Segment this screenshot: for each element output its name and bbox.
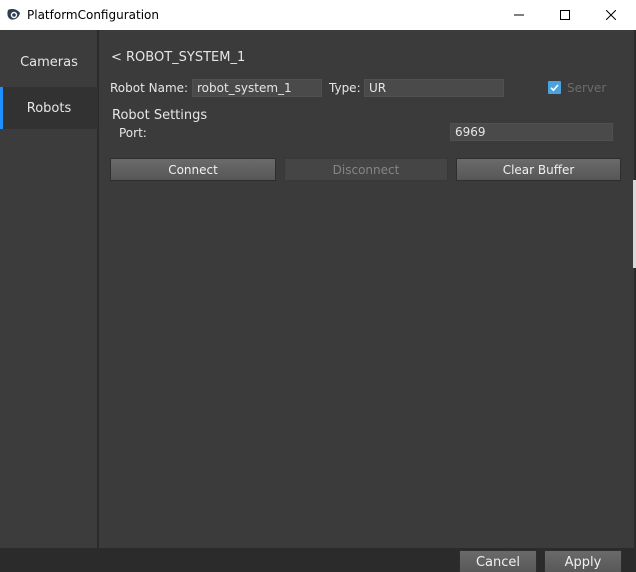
- window-title: PlatformConfiguration: [27, 8, 159, 22]
- apply-button[interactable]: Apply: [544, 550, 622, 572]
- sidebar-item-label: Cameras: [20, 54, 78, 70]
- robot-settings-title: Robot Settings: [112, 108, 208, 123]
- eye-icon: [6, 7, 22, 23]
- maximize-icon: [560, 10, 570, 20]
- title-bar: PlatformConfiguration: [0, 0, 636, 30]
- close-button[interactable]: [588, 0, 634, 30]
- robot-name-input[interactable]: [192, 79, 322, 97]
- minimize-button[interactable]: [496, 0, 542, 30]
- type-label: Type:: [329, 81, 361, 95]
- sidebar: Cameras Robots: [0, 30, 98, 548]
- sidebar-item-label: Robots: [26, 100, 72, 116]
- port-label: Port:: [119, 126, 147, 140]
- port-input[interactable]: [450, 123, 613, 141]
- minimize-icon: [514, 10, 524, 20]
- sidebar-item-cameras[interactable]: Cameras: [0, 41, 98, 83]
- type-input[interactable]: [364, 79, 504, 97]
- cancel-button[interactable]: Cancel: [459, 550, 537, 572]
- clear-buffer-button[interactable]: Clear Buffer: [456, 158, 621, 181]
- sidebar-item-robots[interactable]: Robots: [0, 87, 98, 129]
- close-icon: [606, 10, 616, 20]
- maximize-button[interactable]: [542, 0, 588, 30]
- back-link[interactable]: < ROBOT_SYSTEM_1: [111, 50, 245, 65]
- server-checkbox[interactable]: [548, 81, 561, 94]
- connect-button[interactable]: Connect: [110, 158, 276, 181]
- robot-name-label: Robot Name:: [110, 81, 189, 95]
- check-icon: [550, 84, 559, 92]
- dialog-footer: Cancel Apply: [98, 548, 636, 572]
- robot-config-panel: < ROBOT_SYSTEM_1 Robot Name: Type: Serve…: [99, 30, 634, 548]
- disconnect-button[interactable]: Disconnect: [284, 158, 448, 181]
- server-label: Server: [567, 81, 607, 95]
